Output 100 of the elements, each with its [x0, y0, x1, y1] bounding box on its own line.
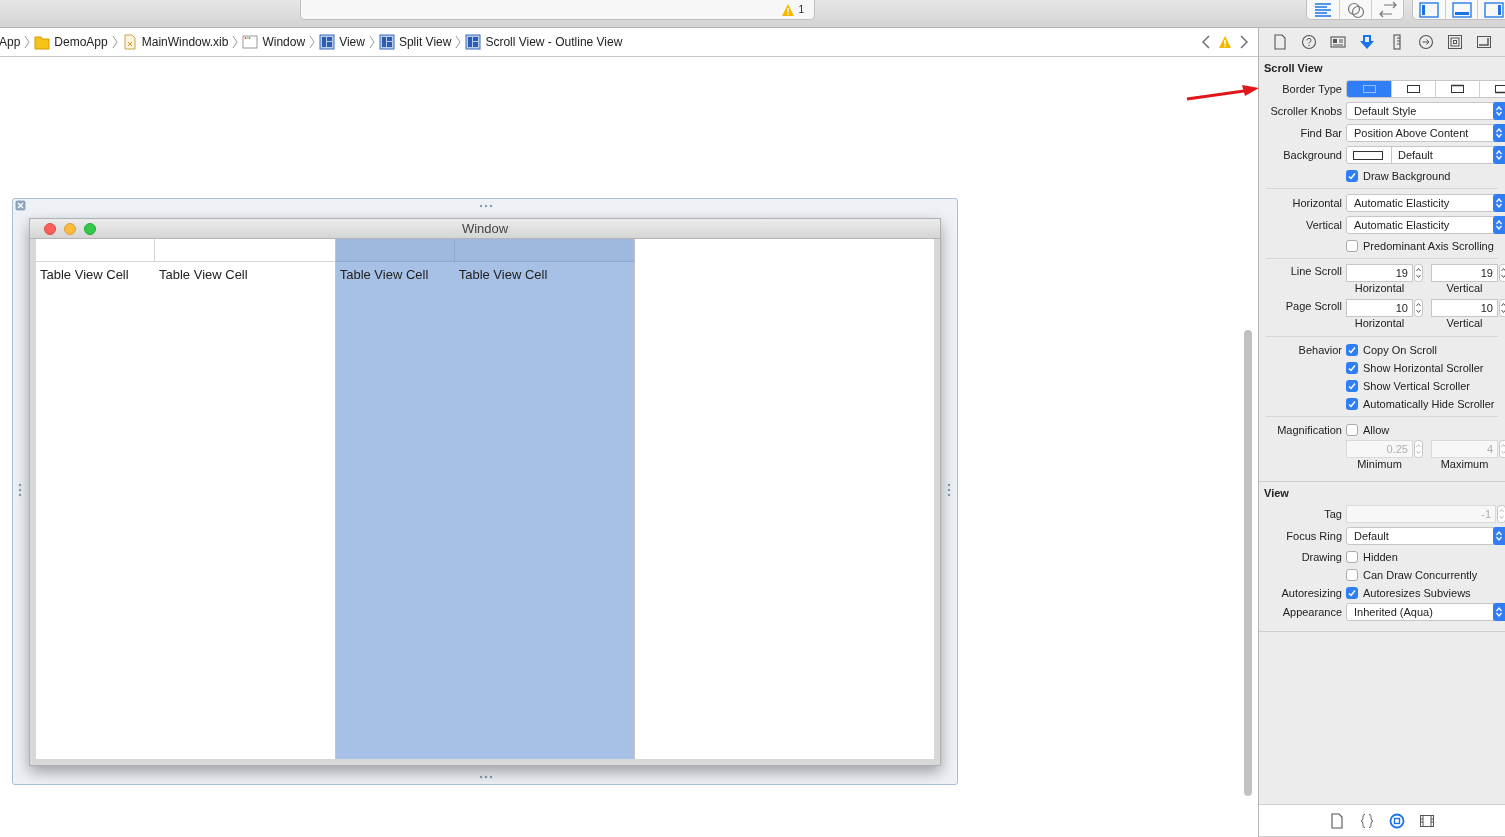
bottom-panel-icon: [1451, 0, 1472, 19]
file-icon[interactable]: [1329, 812, 1345, 829]
border-style-icon: [1406, 84, 1421, 94]
film-strip-icon[interactable]: [1419, 812, 1435, 829]
popup-button[interactable]: Automatic Elasticity: [1346, 194, 1505, 212]
breadcrumb-item[interactable]: DemoApp: [54, 33, 108, 51]
checkbox-label: Hidden: [1363, 549, 1398, 564]
popup-arrows-icon: [1495, 105, 1503, 117]
field-label: Line Scroll: [1290, 265, 1342, 277]
object-library-icon[interactable]: [1389, 812, 1405, 829]
attributes-icon[interactable]: [1359, 34, 1376, 50]
traffic-light-button[interactable]: [84, 223, 96, 235]
field-label: Border Type: [1282, 83, 1342, 95]
color-swatch: [1353, 150, 1383, 160]
resize-handle-icon[interactable]: [479, 775, 493, 779]
resize-handle-icon[interactable]: [479, 204, 493, 208]
field-caption: Horizontal: [1354, 282, 1406, 295]
checkbox[interactable]: [1346, 169, 1358, 182]
assistant-editor-icon: [1345, 0, 1366, 19]
popup-arrows-icon: [1495, 606, 1503, 618]
close-icon[interactable]: [15, 200, 26, 211]
help-icon[interactable]: [1300, 34, 1317, 50]
popup-button[interactable]: Inherited (Aqua): [1346, 603, 1505, 621]
breadcrumb-item[interactable]: MainWindow.xib: [141, 33, 229, 51]
popup-button[interactable]: Default: [1346, 527, 1505, 545]
popup-button[interactable]: Default: [1346, 146, 1505, 164]
breadcrumb-item[interactable]: Window: [262, 33, 306, 51]
border-style-icon: [1361, 84, 1377, 94]
view-icon: [319, 34, 336, 50]
field-label: Page Scroll: [1285, 300, 1342, 312]
checkbox[interactable]: [1346, 239, 1358, 252]
frame-icon[interactable]: [1476, 34, 1493, 50]
stepper-icon[interactable]: [1414, 299, 1423, 317]
popup-button[interactable]: Position Above Content: [1346, 124, 1505, 142]
field-label: Scroller Knobs: [1270, 105, 1342, 117]
checkbox[interactable]: [1346, 397, 1358, 410]
chevron-icon: [111, 35, 118, 49]
table-cell-text: Table View Cell: [158, 266, 248, 284]
checkbox-label: Copy On Scroll: [1363, 342, 1437, 357]
checkbox-label: Autoresizes Subviews: [1363, 585, 1471, 600]
field-caption: Minimum: [1357, 458, 1403, 471]
checkbox-label: Automatically Hide Scroller: [1363, 396, 1495, 411]
checkbox[interactable]: [1346, 568, 1358, 581]
arrow-circle-icon[interactable]: [1417, 34, 1434, 50]
checkbox[interactable]: [1346, 343, 1358, 356]
field-caption: Horizontal: [1354, 317, 1406, 330]
right-panel-icon: [1483, 0, 1504, 19]
field-label: Find Bar: [1300, 127, 1342, 139]
document-icon: [121, 34, 138, 50]
checkbox-label: Allow: [1363, 422, 1390, 437]
field-caption: Vertical: [1446, 282, 1484, 295]
scrollbar[interactable]: [1244, 330, 1252, 796]
stepper-icon[interactable]: [1414, 264, 1423, 282]
traffic-light-button[interactable]: [44, 223, 56, 235]
border-style-icon: [1494, 84, 1505, 94]
popup-arrows-icon: [1495, 219, 1503, 231]
id-card-icon[interactable]: [1330, 34, 1347, 50]
checkbox[interactable]: [1346, 423, 1358, 436]
table-cell-text: Table View Cell: [338, 266, 430, 284]
warning-count: 1: [798, 3, 804, 17]
section-title: View: [1263, 486, 1290, 501]
field-label: Tag: [1324, 508, 1342, 520]
standard-editor-icon: [1313, 0, 1333, 19]
chevron-icon: [309, 35, 316, 49]
popup-arrows-icon: [1495, 530, 1503, 542]
popup-button[interactable]: Automatic Elasticity: [1346, 216, 1505, 234]
nested-squares-icon[interactable]: [1447, 34, 1464, 50]
breadcrumb-item[interactable]: Scroll View - Outline View: [485, 33, 623, 51]
field-label: Background: [1283, 149, 1342, 161]
field-label: Autoresizing: [1281, 586, 1342, 599]
checkbox-label: Draw Background: [1363, 168, 1451, 183]
panel-toggle-button[interactable]: [1477, 0, 1505, 19]
checkbox[interactable]: [1346, 586, 1358, 599]
resize-handle-icon[interactable]: [947, 483, 951, 497]
resize-handle-icon[interactable]: [18, 483, 22, 497]
window-title: Window: [461, 219, 509, 238]
field-caption: Vertical: [1446, 317, 1484, 330]
chevron-icon: [455, 35, 462, 49]
checkbox[interactable]: [1346, 550, 1358, 563]
breadcrumb-item[interactable]: View: [339, 33, 365, 51]
section-title: Scroll View: [1263, 61, 1324, 76]
number-field[interactable]: 19: [1346, 264, 1413, 282]
back-icon[interactable]: [1202, 35, 1210, 49]
field-caption: Maximum: [1440, 458, 1490, 471]
popup-button[interactable]: Default Style: [1346, 102, 1505, 120]
checkmark-icon: [1348, 588, 1356, 597]
window-icon: [242, 34, 259, 50]
braces-icon[interactable]: [1359, 812, 1375, 829]
popup-arrows-icon: [1495, 127, 1503, 139]
chevron-icon: [24, 35, 31, 49]
field-label: Magnification: [1277, 423, 1342, 436]
field-label: Vertical: [1305, 219, 1342, 231]
field-label: Behavior: [1298, 343, 1342, 356]
checkbox[interactable]: [1346, 361, 1358, 374]
border-style-icon: [1450, 84, 1465, 94]
file-icon[interactable]: [1271, 34, 1288, 50]
number-field[interactable]: 10: [1346, 299, 1413, 317]
checkbox[interactable]: [1346, 379, 1358, 392]
breadcrumb-item[interactable]: Split View: [398, 33, 452, 51]
forward-icon[interactable]: [1240, 35, 1248, 49]
